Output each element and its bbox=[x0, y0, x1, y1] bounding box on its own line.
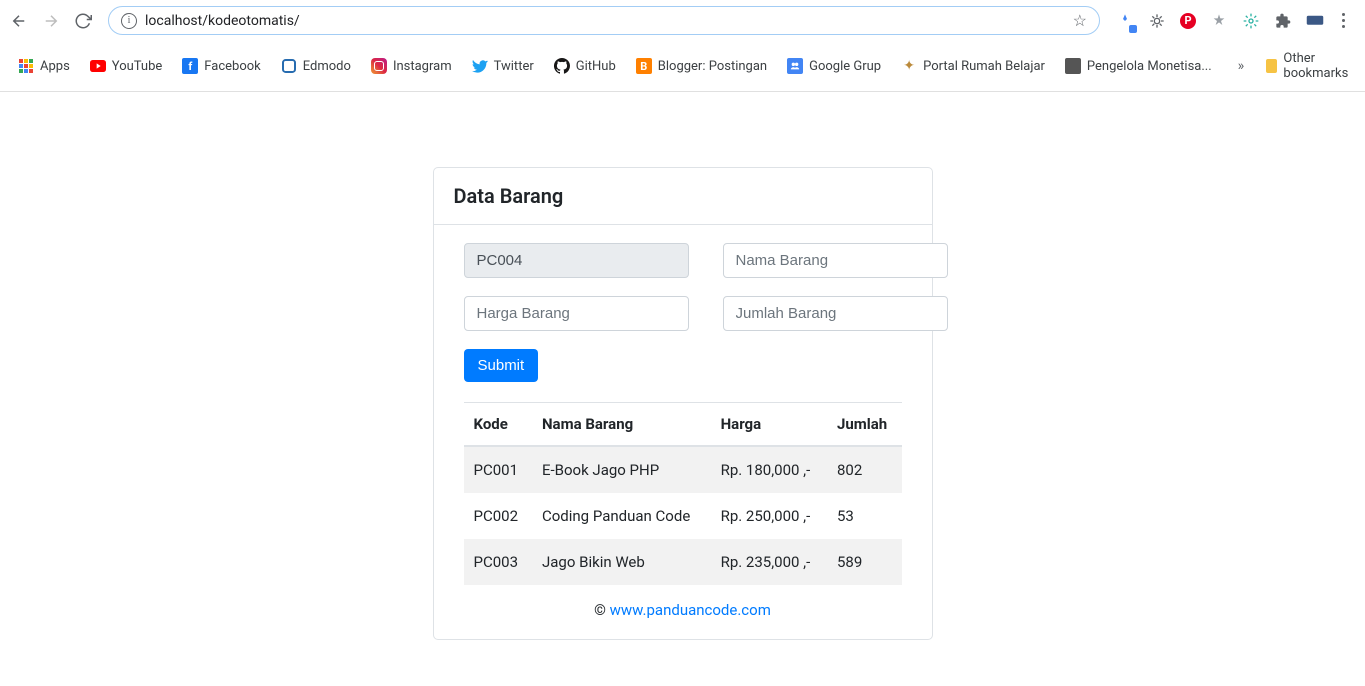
portal-icon: ✦ bbox=[901, 58, 917, 74]
data-barang-card: Data Barang Submit Kode Nama Barang Harg… bbox=[433, 167, 933, 640]
card-title: Data Barang bbox=[434, 168, 932, 225]
folder-icon bbox=[1266, 59, 1277, 73]
other-bookmarks-button[interactable]: Other bookmarks bbox=[1258, 47, 1361, 85]
cell-harga: Rp. 250,000 ,- bbox=[711, 493, 827, 539]
th-kode: Kode bbox=[464, 403, 532, 446]
table-row: PC002 Coding Panduan Code Rp. 250,000 ,-… bbox=[464, 493, 902, 539]
extensions-icon[interactable] bbox=[1274, 12, 1292, 30]
th-harga: Harga bbox=[711, 403, 827, 446]
edmodo-icon bbox=[281, 58, 297, 74]
bookmark-youtube[interactable]: YouTube bbox=[82, 54, 171, 78]
cell-harga: Rp. 235,000 ,- bbox=[711, 539, 827, 585]
bookmark-instagram[interactable]: Instagram bbox=[363, 54, 460, 78]
cell-jumlah: 53 bbox=[827, 493, 902, 539]
bookmarks-overflow-button[interactable]: » bbox=[1228, 58, 1255, 74]
cell-jumlah: 802 bbox=[827, 446, 902, 493]
bookmark-github[interactable]: GitHub bbox=[546, 54, 624, 78]
browser-menu-button[interactable] bbox=[1338, 9, 1349, 32]
th-jumlah: Jumlah bbox=[827, 403, 902, 446]
twitter-icon bbox=[472, 58, 488, 74]
jumlah-barang-input[interactable] bbox=[723, 296, 948, 331]
form-row-2 bbox=[464, 296, 902, 331]
bookmark-label: Twitter bbox=[494, 59, 534, 74]
cell-nama: Jago Bikin Web bbox=[532, 539, 711, 585]
bookmark-star-icon[interactable]: ☆ bbox=[1073, 11, 1087, 30]
back-button[interactable] bbox=[10, 12, 28, 30]
cell-nama: E-Book Jago PHP bbox=[532, 446, 711, 493]
bookmark-label: Instagram bbox=[393, 59, 452, 74]
other-bookmarks-label: Other bookmarks bbox=[1283, 51, 1353, 81]
bookmark-label: Google Grup bbox=[809, 59, 881, 74]
bookmark-facebook[interactable]: f Facebook bbox=[174, 54, 268, 78]
footer-link[interactable]: www.panduancode.com bbox=[610, 601, 771, 619]
cell-jumlah: 589 bbox=[827, 539, 902, 585]
apps-label: Apps bbox=[40, 59, 70, 74]
apps-icon bbox=[18, 58, 34, 74]
extension-icon-2[interactable] bbox=[1148, 12, 1166, 30]
url-text: localhost/kodeotomatis/ bbox=[145, 13, 1065, 29]
page-content: Data Barang Submit Kode Nama Barang Harg… bbox=[0, 92, 1365, 640]
bookmark-label: Facebook bbox=[204, 59, 260, 74]
copyright-symbol: © bbox=[594, 601, 610, 619]
apps-button[interactable]: Apps bbox=[10, 54, 78, 78]
instagram-icon bbox=[371, 58, 387, 74]
bookmark-label: Edmodo bbox=[303, 59, 351, 74]
pinterest-icon[interactable]: P bbox=[1180, 13, 1196, 29]
bookmarks-bar: Apps YouTube f Facebook Edmodo Instagram… bbox=[0, 41, 1365, 92]
google-groups-icon bbox=[787, 58, 803, 74]
youtube-icon bbox=[90, 58, 106, 74]
extension-icon-4[interactable] bbox=[1242, 12, 1260, 30]
cell-kode: PC001 bbox=[464, 446, 532, 493]
forward-button[interactable] bbox=[42, 12, 60, 30]
bookmark-label: YouTube bbox=[112, 59, 163, 74]
bookmark-edmodo[interactable]: Edmodo bbox=[273, 54, 359, 78]
cell-kode: PC003 bbox=[464, 539, 532, 585]
cell-nama: Coding Panduan Code bbox=[532, 493, 711, 539]
bookmark-twitter[interactable]: Twitter bbox=[464, 54, 542, 78]
form-row-1 bbox=[464, 243, 902, 278]
extension-icons: P bbox=[1116, 9, 1355, 32]
table-row: PC003 Jago Bikin Web Rp. 235,000 ,- 589 bbox=[464, 539, 902, 585]
blogger-icon: B bbox=[636, 58, 652, 74]
github-icon bbox=[554, 58, 570, 74]
card-body: Submit bbox=[434, 225, 932, 402]
address-bar[interactable]: i localhost/kodeotomatis/ ☆ bbox=[108, 6, 1100, 35]
nama-barang-input[interactable] bbox=[723, 243, 948, 278]
bookmark-label: Blogger: Postingan bbox=[658, 59, 767, 74]
bookmark-pengelola-monetisa[interactable]: Pengelola Monetisa... bbox=[1057, 54, 1220, 78]
table-container: Kode Nama Barang Harga Jumlah PC001 E-Bo… bbox=[464, 402, 902, 639]
th-nama: Nama Barang bbox=[532, 403, 711, 446]
kode-input bbox=[464, 243, 689, 278]
nav-arrows bbox=[10, 12, 92, 30]
bookmark-google-groups[interactable]: Google Grup bbox=[779, 54, 889, 78]
bookmark-label: Pengelola Monetisa... bbox=[1087, 59, 1212, 74]
bookmark-portal-rumah-belajar[interactable]: ✦ Portal Rumah Belajar bbox=[893, 54, 1053, 78]
monetization-icon bbox=[1065, 58, 1081, 74]
facebook-icon: f bbox=[182, 58, 198, 74]
card-footer: © www.panduancode.com bbox=[464, 585, 902, 639]
submit-button[interactable]: Submit bbox=[464, 349, 539, 382]
table-header-row: Kode Nama Barang Harga Jumlah bbox=[464, 403, 902, 446]
table-row: PC001 E-Book Jago PHP Rp. 180,000 ,- 802 bbox=[464, 446, 902, 493]
reload-button[interactable] bbox=[74, 12, 92, 30]
extension-icon-3[interactable] bbox=[1210, 12, 1228, 30]
extension-icon-1[interactable] bbox=[1116, 12, 1134, 30]
bookmark-label: GitHub bbox=[576, 59, 616, 74]
bookmark-label: Portal Rumah Belajar bbox=[923, 59, 1045, 74]
extension-icon-5[interactable] bbox=[1306, 12, 1324, 30]
harga-barang-input[interactable] bbox=[464, 296, 689, 331]
cell-kode: PC002 bbox=[464, 493, 532, 539]
site-info-icon[interactable]: i bbox=[121, 13, 137, 29]
browser-toolbar: i localhost/kodeotomatis/ ☆ P bbox=[0, 0, 1365, 41]
cell-harga: Rp. 180,000 ,- bbox=[711, 446, 827, 493]
bookmark-blogger[interactable]: B Blogger: Postingan bbox=[628, 54, 775, 78]
barang-table: Kode Nama Barang Harga Jumlah PC001 E-Bo… bbox=[464, 403, 902, 585]
